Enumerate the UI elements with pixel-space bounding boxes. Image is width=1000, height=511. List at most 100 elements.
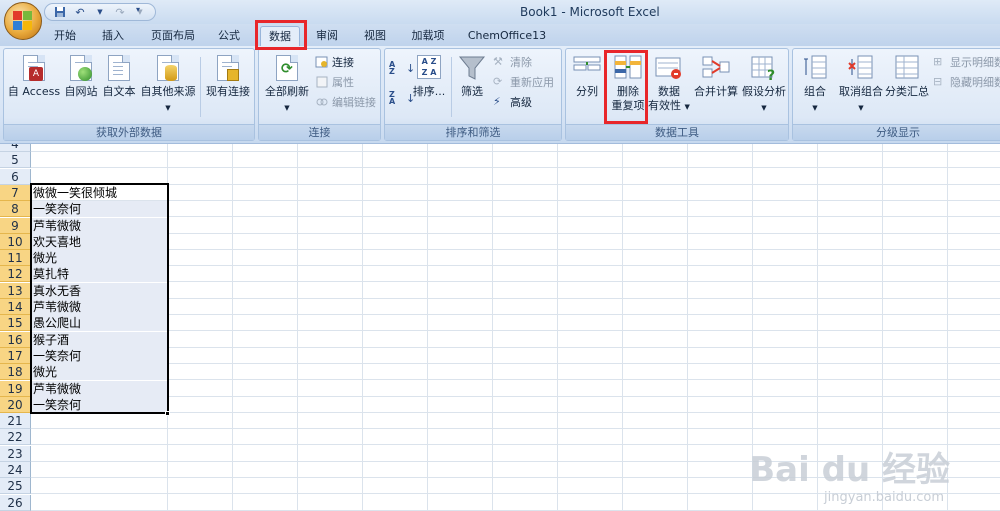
properties-button[interactable]: 属性 [315,73,354,91]
ungroup-button[interactable]: 取消组合 ▼ [835,53,887,115]
reapply-button[interactable]: ⟳ 重新应用 [493,73,554,91]
worksheet-grid[interactable]: 4 5 6 7 微微一笑很倾城 8 一笑奈何 9 芦苇微微 10 欢天喜地 11 微光 12 莫扎特 13 真水… [0,144,1000,511]
cell-a[interactable] [32,495,167,511]
dropdown-arrow-icon: ▼ [761,104,767,112]
text-file-icon [104,53,134,83]
sort-az-icon: AZ [389,60,396,76]
row-header[interactable]: 6 [0,169,31,185]
row-header[interactable]: 21 [0,413,31,429]
tab-home[interactable]: 开始 [48,26,82,46]
tab-insert[interactable]: 插入 [96,26,130,46]
cell-a[interactable] [32,462,167,478]
consolidate-button[interactable]: 合并计算 [692,53,740,99]
fill-handle[interactable] [165,411,170,416]
svg-text:?: ? [767,68,775,83]
advanced-filter-button[interactable]: ⚡ 高级 [493,93,532,111]
row-header[interactable]: 15 [0,315,31,331]
undo-icon[interactable]: ↶ [73,5,87,19]
undo-dropdown-icon[interactable]: ▼ [93,5,107,19]
group-rows-icon [800,53,830,83]
show-detail-button[interactable]: ⊞ 显示明细数 [933,53,1000,71]
refresh-icon: ⟳ [272,53,302,83]
text-to-columns-button[interactable]: 分列 [568,53,606,99]
row-header[interactable]: 7 [0,185,31,201]
connections-button[interactable]: 连接 [315,53,354,71]
cell-a[interactable] [32,144,167,152]
redo-icon[interactable]: ↷ [113,5,127,19]
row-header[interactable]: 19 [0,381,31,397]
sort-za-icon: ZA [389,90,396,106]
cell-a[interactable] [32,413,167,429]
sort-button[interactable]: A ZZ A 排序... [411,53,447,99]
group-outline: 组合 ▼ 取消组合 ▼ 分类汇总 ⊞ 显示明细数 ⊟ 隐藏明细数 分级显示 [792,48,1000,141]
refresh-all-button[interactable]: ⟳ 全部刷新 ▼ [261,53,313,115]
remove-duplicates-button[interactable]: 删除 重复项 [608,53,648,113]
consolidate-icon [701,53,731,83]
what-if-analysis-button[interactable]: ? 假设分析 ▼ [740,53,788,115]
row-header[interactable]: 23 [0,446,31,462]
tab-page-layout[interactable]: 页面布局 [146,26,200,46]
dropdown-arrow-icon: ▼ [812,104,818,112]
from-other-sources-button[interactable]: 自其他来源 ▼ [138,53,198,115]
row-header[interactable]: 10 [0,234,31,250]
sort-dialog-icon: A ZZ A [414,53,444,83]
cell-a[interactable] [32,152,167,168]
row-header[interactable]: 8 [0,201,31,217]
group-label: 获取外部数据 [4,124,254,140]
title-bar: ↶ ▼ ↷ ▼ ▾ Book1 - Microsoft Excel [0,0,1000,24]
tab-review[interactable]: 审阅 [310,26,344,46]
row-header[interactable]: 14 [0,299,31,315]
group-get-external-data: A 自 Access 自网站 自文本 自其他来源 ▼ 现有连接 获取外部数据 [3,48,255,141]
window-title: Book1 - Microsoft Excel [520,5,660,19]
row-header[interactable]: 25 [0,478,31,494]
row-header[interactable]: 9 [0,218,31,234]
access-icon: A [19,53,49,83]
group-data-tools: 分列 删除 重复项 数据 有效性 ▼ 合并计算 ? 假设分析 ▼ 数据工具 [565,48,789,141]
cell-a[interactable] [32,429,167,445]
from-text-button[interactable]: 自文本 [100,53,138,99]
data-validation-button[interactable]: 数据 有效性 ▼ [646,53,692,114]
group-label: 连接 [259,124,380,140]
tab-formulas[interactable]: 公式 [212,26,246,46]
from-web-button[interactable]: 自网站 [62,53,100,99]
group-button[interactable]: 组合 ▼ [795,53,835,115]
dropdown-arrow-icon: ▼ [858,104,864,112]
office-button[interactable] [4,2,42,40]
subtotal-button[interactable]: 分类汇总 [885,53,929,99]
row-header[interactable]: 5 [0,152,31,168]
tab-addins[interactable]: 加载项 [406,26,450,46]
row-header[interactable]: 4 [0,144,31,152]
row-header[interactable]: 18 [0,364,31,380]
row-header[interactable]: 24 [0,462,31,478]
tab-view[interactable]: 视图 [358,26,392,46]
clear-filter-button[interactable]: ⚒ 清除 [493,53,532,71]
tab-data[interactable]: 数据 [260,26,300,46]
chain-link-icon [315,95,329,109]
text-to-columns-icon [572,53,602,83]
properties-icon [315,75,329,89]
subtotal-icon [892,53,922,83]
row-header[interactable]: 16 [0,332,31,348]
row-header[interactable]: 26 [0,495,31,511]
cell-a[interactable] [32,478,167,494]
cell-a[interactable] [32,446,167,462]
edit-links-button[interactable]: 编辑链接 [315,93,376,111]
existing-connections-button[interactable]: 现有连接 [202,53,254,99]
hide-detail-button[interactable]: ⊟ 隐藏明细数 [933,73,1000,91]
tab-chemoffice[interactable]: ChemOffice13 [464,26,550,46]
row-header[interactable]: 12 [0,266,31,282]
group-label: 数据工具 [566,124,788,140]
row-header[interactable]: 20 [0,397,31,413]
save-icon[interactable] [53,5,67,19]
dropdown-arrow-icon: ▼ [684,103,690,111]
from-access-button[interactable]: A 自 Access [6,53,62,99]
row-header[interactable]: 17 [0,348,31,364]
customize-qat-icon[interactable]: ▾ [136,5,140,14]
existing-connections-icon [213,53,243,83]
row-header[interactable]: 22 [0,429,31,445]
row-header[interactable]: 13 [0,283,31,299]
row-header[interactable]: 11 [0,250,31,266]
remove-duplicates-icon [613,53,643,83]
filter-button[interactable]: 筛选 [455,53,489,99]
ungroup-rows-icon [846,53,876,83]
